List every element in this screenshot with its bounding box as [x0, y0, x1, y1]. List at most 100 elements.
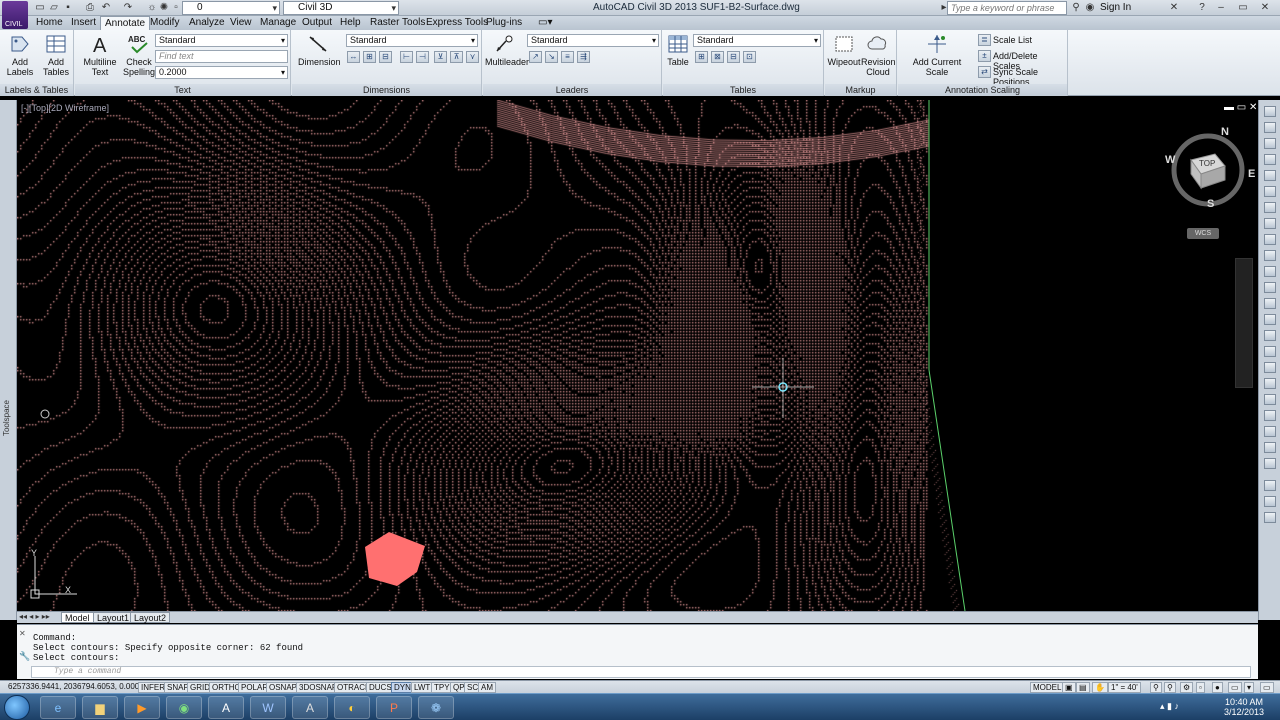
draw-tool-icon[interactable]	[1264, 234, 1276, 245]
powerpoint-icon[interactable]: P	[376, 696, 412, 719]
search-icon[interactable]: ⚲	[1070, 2, 1082, 14]
dim-tool-4-icon[interactable]: ⊢	[400, 51, 413, 63]
tab-manage[interactable]: Manage	[256, 16, 300, 30]
viewport-window-controls[interactable]: ▬ ▭ ✕	[1224, 102, 1257, 113]
panel-title-dimensions[interactable]: Dimensions	[292, 84, 481, 96]
draw-tool-icon[interactable]	[1264, 394, 1276, 405]
user-icon[interactable]: ◉	[1084, 2, 1096, 14]
chrome-icon[interactable]: ◉	[166, 696, 202, 719]
table-style-dropdown[interactable]: Standard	[693, 34, 821, 47]
hardware-accel-icon[interactable]: ▭	[1228, 682, 1242, 693]
draw-tool-icon[interactable]	[1264, 202, 1276, 213]
scale-list-icon[interactable]: ≣	[978, 34, 991, 46]
dim-tool-6-icon[interactable]: ⊻	[434, 51, 447, 63]
workspace-dropdown[interactable]: Civil 3D	[283, 1, 399, 15]
application-menu-button[interactable]: CIVIL	[2, 1, 28, 29]
tab-layout2[interactable]: Layout2	[130, 612, 171, 623]
multileader-button[interactable]: Multileader	[485, 33, 529, 67]
internet-explorer-icon[interactable]: e	[40, 696, 76, 719]
compass-east[interactable]: E	[1248, 168, 1255, 180]
draw-tool-icon[interactable]	[1264, 410, 1276, 421]
system-clock[interactable]: 10:40 AM 3/12/2013	[1222, 697, 1266, 717]
draw-tool-icon[interactable]	[1264, 298, 1276, 309]
draw-tool-icon[interactable]	[1264, 106, 1276, 117]
tab-plug-ins[interactable]: Plug-ins	[482, 16, 526, 30]
add-tables-button[interactable]: Add Tables	[40, 33, 72, 77]
tab-view[interactable]: View	[226, 16, 256, 30]
quick-view-icon[interactable]: ▣	[1062, 682, 1076, 693]
dim-tool-5-icon[interactable]: ⊣	[416, 51, 429, 63]
tab-model[interactable]: Model	[61, 612, 94, 623]
leader-tool-3-icon[interactable]: ≡	[561, 51, 574, 63]
toolspace-palette-bar[interactable]: Toolspace	[0, 100, 17, 620]
maximize-button[interactable]: ▭	[1232, 0, 1254, 15]
help-icon[interactable]: ?	[1196, 2, 1208, 14]
highlighted-region[interactable]	[365, 532, 425, 586]
help-search-input[interactable]: Type a keyword or phrase	[947, 1, 1067, 15]
command-settings-icon[interactable]: 🔧	[19, 651, 30, 662]
drawing-viewport[interactable]: [-][Top][2D Wireframe] ▬ ▭ ✕ TOP N S E W…	[17, 100, 1258, 611]
dim-tool-7-icon[interactable]: ⊼	[450, 51, 463, 63]
workspace-switch-icon[interactable]: ⚙	[1180, 682, 1194, 693]
leader-tool-2-icon[interactable]: ↘	[545, 51, 558, 63]
lock-icon[interactable]: ▫	[170, 2, 182, 14]
command-input[interactable]: Type a command	[31, 666, 1251, 678]
dim-tool-1-icon[interactable]: ↔	[347, 51, 360, 63]
add-labels-button[interactable]: Add Labels	[4, 33, 36, 77]
panel-title-annotation-scaling[interactable]: Annotation Scaling	[898, 84, 1067, 96]
clean-screen-icon[interactable]: ▭	[1260, 682, 1274, 693]
draw-tool-icon[interactable]	[1264, 346, 1276, 357]
sync-scale-icon[interactable]: ⇄	[978, 66, 991, 78]
draw-tool-icon[interactable]	[1264, 186, 1276, 197]
viewcube-top-face[interactable]: TOP	[1199, 159, 1215, 168]
revision-cloud-button[interactable]: Revision Cloud	[861, 33, 896, 77]
draw-tool-icon[interactable]	[1264, 314, 1276, 325]
network-app-icon[interactable]: ❁	[418, 696, 454, 719]
table-tool-2-icon[interactable]: ⊠	[711, 51, 724, 63]
word-icon[interactable]: W	[250, 696, 286, 719]
status-osnap[interactable]: OSNAP	[266, 682, 301, 693]
text-style-dropdown[interactable]: Standard	[155, 34, 288, 47]
tab-output[interactable]: Output	[298, 16, 336, 30]
media-player-icon[interactable]: ▶	[124, 696, 160, 719]
sign-in-link[interactable]: Sign In	[1100, 2, 1131, 13]
draw-tool-icon[interactable]	[1264, 266, 1276, 277]
compass-west[interactable]: W	[1165, 154, 1175, 166]
leader-style-dropdown[interactable]: Standard	[527, 34, 659, 47]
tab-annotate[interactable]: Annotate	[100, 16, 151, 30]
tray-icons[interactable]: ▴ ▮ ♪	[1160, 701, 1179, 712]
layout-nav-arrows-icon[interactable]: ◂◂ ◂ ▸ ▸▸	[19, 612, 50, 621]
viewcube[interactable]: TOP N S E W	[1165, 126, 1255, 216]
draw-tool-icon[interactable]	[1264, 154, 1276, 165]
tab-help[interactable]: Help	[336, 16, 365, 30]
draw-tool-icon[interactable]	[1264, 170, 1276, 181]
open-icon[interactable]: ▱	[48, 2, 60, 14]
check-spelling-button[interactable]: ABC Check Spelling	[122, 33, 156, 77]
wipeout-button[interactable]: Wipeout	[827, 33, 861, 67]
draw-tool-icon[interactable]	[1264, 362, 1276, 373]
draw-tool-icon[interactable]	[1264, 218, 1276, 229]
multiline-text-button[interactable]: A Multiline Text	[82, 33, 118, 77]
leader-tool-1-icon[interactable]: ↗	[529, 51, 542, 63]
dim-tool-8-icon[interactable]: ⋎	[466, 51, 479, 63]
viewport-controls-label[interactable]: [-][Top][2D Wireframe]	[21, 103, 109, 113]
quick-view-drawings-icon[interactable]: ▤	[1076, 682, 1090, 693]
draw-tool-icon[interactable]	[1264, 122, 1276, 133]
modify-tool-icon[interactable]	[1264, 496, 1276, 507]
dim-tool-2-icon[interactable]: ⊞	[363, 51, 376, 63]
file-explorer-icon[interactable]: ▆	[82, 696, 118, 719]
scale-list-button[interactable]: Scale List	[993, 35, 1032, 45]
table-tool-1-icon[interactable]: ⊞	[695, 51, 708, 63]
wcs-menu[interactable]: WCS	[1187, 228, 1219, 239]
table-tool-3-icon[interactable]: ⊟	[727, 51, 740, 63]
panel-title-labels-tables[interactable]: Labels & Tables	[0, 84, 73, 96]
dim-tool-3-icon[interactable]: ⊟	[379, 51, 392, 63]
draw-tool-icon[interactable]	[1264, 378, 1276, 389]
draw-tool-icon[interactable]	[1264, 426, 1276, 437]
status-lwt[interactable]: LWT	[411, 682, 434, 693]
draw-tool-icon[interactable]	[1264, 442, 1276, 453]
draw-tool-icon[interactable]	[1264, 282, 1276, 293]
modify-tool-icon[interactable]	[1264, 512, 1276, 523]
tab-layout1[interactable]: Layout1	[93, 612, 134, 623]
draw-tool-icon[interactable]	[1264, 138, 1276, 149]
